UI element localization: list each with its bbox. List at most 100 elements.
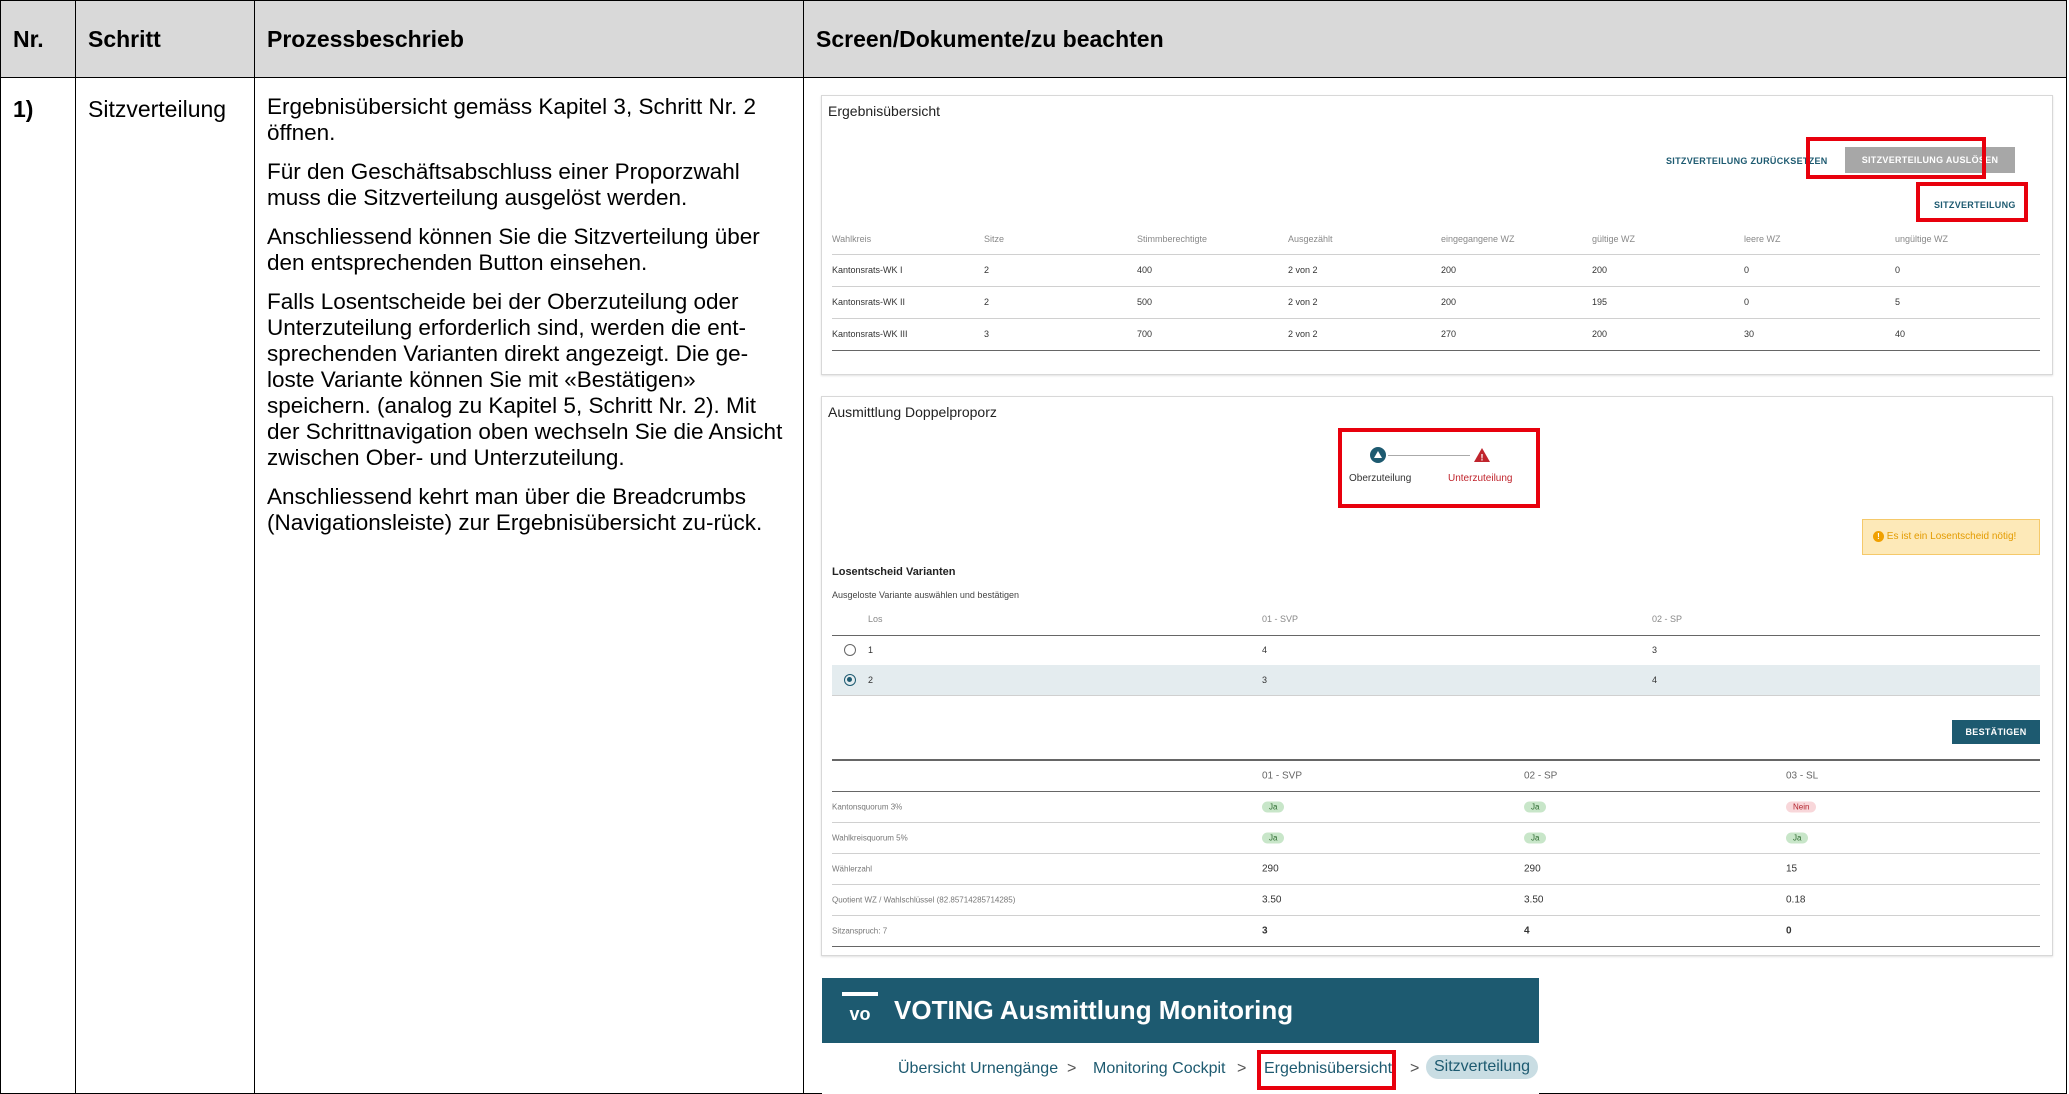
highlight-breadcrumb-ergebnis [1257,1050,1396,1090]
desc-paragraph: Für den Geschäftsabschluss einer Proporz… [267,159,740,210]
col-header: Sitze [984,234,1005,244]
table-cell: Kantonsrats-WK II [832,297,906,307]
table-cell: 0 [1786,925,1792,936]
breadcrumb: Übersicht Urnengänge > Monitoring Cockpi… [822,1043,1539,1094]
row-label: Sitzanspruch: 7 [832,926,888,935]
desc-paragraph: Anschliessend kehrt man über die Breadcr… [267,484,763,535]
table-cell: 400 [1137,265,1153,275]
table-cell: 2 [984,297,990,307]
table-row[interactable]: 2 3 4 [832,665,2040,696]
table-cell: 5 [1895,297,1901,307]
table-cell: 4 [1524,925,1530,936]
row-label: Wählerzahl [832,864,873,873]
reset-seat-distribution-button[interactable]: SITZVERTEILUNG ZURÜCKSETZEN [1666,156,1828,166]
warning-icon: ! [1873,530,1884,542]
highlight-view-button [1916,182,2028,222]
breadcrumb-item[interactable]: Übersicht Urnengänge [898,1060,1058,1078]
doppelproporz-title: Ausmittlung Doppelproporz [828,404,997,420]
status-badge: Ja [1262,832,1285,843]
quorum-table: 01 - SVP 02 - SP 03 - SL Kantonsquorum 3… [832,759,2040,947]
status-badge: Ja [1524,801,1547,812]
table-row[interactable]: 1 4 3 [832,635,2040,666]
table-cell: 0 [1744,297,1750,307]
table-cell: 700 [1137,329,1153,339]
los-radio[interactable] [844,644,856,656]
row-step: Sitzverteilung [75,77,255,1094]
table-cell: Kantonsrats-WK III [832,329,908,339]
table-cell: 290 [1262,863,1279,874]
table-row: Sitzanspruch: 7 3 4 0 [832,915,2040,947]
table-cell: 3 [984,329,990,339]
table-header-row: Nr. Schritt Prozessbeschrieb Screen/Doku… [0,0,2067,78]
col-header: ungültige WZ [1895,234,1949,244]
losentscheid-alert: ! Es ist ein Losentscheid nötig! [1862,519,2040,555]
los-subtitle: Ausgeloste Variante auswählen und bestät… [832,590,1019,600]
breadcrumb-item[interactable]: Monitoring Cockpit [1093,1060,1226,1078]
table-cell: 3.50 [1524,894,1544,905]
desc-paragraph: Anschliessend können Sie die Sitzverteil… [267,224,760,275]
header-desc: Prozessbeschrieb [254,0,804,78]
los-table: Los 01 - SVP 02 - SP 1 4 3 2 3 4 [832,603,2040,697]
ergebnis-title: Ergebnisübersicht [828,103,941,119]
table-cell: 3.50 [1262,894,1282,905]
highlight-step-navigation [1338,428,1540,508]
status-badge: Ja [1786,832,1809,843]
alert-text: Es ist ein Losentscheid nötig! [1886,531,2017,542]
col-header: 02 - SP [1524,770,1558,782]
table-cell: 200 [1592,329,1608,339]
table-row: Wahlkreisquorum 5% Ja Ja Ja [832,822,2040,854]
chevron-right-icon: > [1410,1060,1420,1077]
table-cell: 2 von 2 [1288,297,1318,307]
col-header: 01 - SVP [1262,614,1299,624]
desc-paragraph: Falls Losentscheide bei der Oberzuteilun… [267,289,783,470]
voting-title: VOTING Ausmittlung Monitoring [894,995,1294,1025]
header-step: Schritt [75,0,255,78]
los-table-header: Los 01 - SVP 02 - SP [832,603,2040,636]
table-cell: 195 [1592,297,1608,307]
table-cell: 200 [1441,265,1457,275]
table-cell: 2 [868,675,874,685]
table-row: Kantonsquorum 3% Ja Ja Nein [832,791,2040,823]
ergebnis-table: Wahlkreis Sitze Stimmberechtigte Ausgezä… [832,224,2040,364]
status-badge: Nein [1786,801,1817,812]
col-header: 01 - SVP [1262,770,1303,782]
table-cell: 3 [1262,675,1268,685]
table-row: Wählerzahl 290 290 15 [832,853,2040,885]
table-cell: 200 [1592,265,1608,275]
col-header: Wahlkreis [832,234,872,244]
table-row: Quotient WZ / Wahlschlüssel (82.85714285… [832,884,2040,916]
table-cell: 0.18 [1786,894,1806,905]
breadcrumb-item-current[interactable]: Sitzverteilung [1426,1055,1539,1079]
quorum-table-header: 01 - SVP 02 - SP 03 - SL [832,761,2040,792]
logo-text: vo [849,1004,871,1024]
col-header: Los [868,614,883,624]
row-label: Wahlkreisquorum 5% [832,833,908,842]
col-header: leere WZ [1744,234,1781,244]
table-cell: 4 [1262,645,1268,655]
los-title: Losentscheid Varianten [832,566,956,578]
status-badge: Ja [1262,801,1285,812]
col-header: Stimmberechtigte [1137,234,1208,244]
table-cell: 30 [1744,329,1755,339]
col-header: 03 - SL [1786,770,1819,782]
table-cell: 200 [1441,297,1457,307]
table-cell: 1 [868,645,874,655]
table-cell: 40 [1895,329,1906,339]
table-cell: 0 [1744,265,1750,275]
los-radio[interactable] [844,674,856,686]
table-row[interactable]: Kantonsrats-WK III 3 700 2 von 2 270 200… [832,318,2040,351]
desc-paragraph: Ergebnisübersicht gemäss Kapitel 3, Schr… [267,94,756,145]
row-label: Quotient WZ / Wahlschlüssel (82.85714285… [832,895,1016,904]
row-nr: 1) [0,77,76,1094]
chevron-right-icon: > [1237,1060,1247,1077]
table-cell: 290 [1524,863,1541,874]
voting-logo: vo [842,992,878,1030]
table-cell: 3 [1652,645,1658,655]
table-cell: 4 [1652,675,1658,685]
header-screen: Screen/Dokumente/zu beachten [803,0,2067,78]
table-cell: 500 [1137,297,1153,307]
table-cell: 3 [1262,925,1268,936]
table-row[interactable]: Kantonsrats-WK I 2 400 2 von 2 200 200 0… [832,254,2040,287]
table-row[interactable]: Kantonsrats-WK II 2 500 2 von 2 200 195 … [832,286,2040,319]
confirm-button[interactable]: BESTÄTIGEN [1952,720,2040,744]
